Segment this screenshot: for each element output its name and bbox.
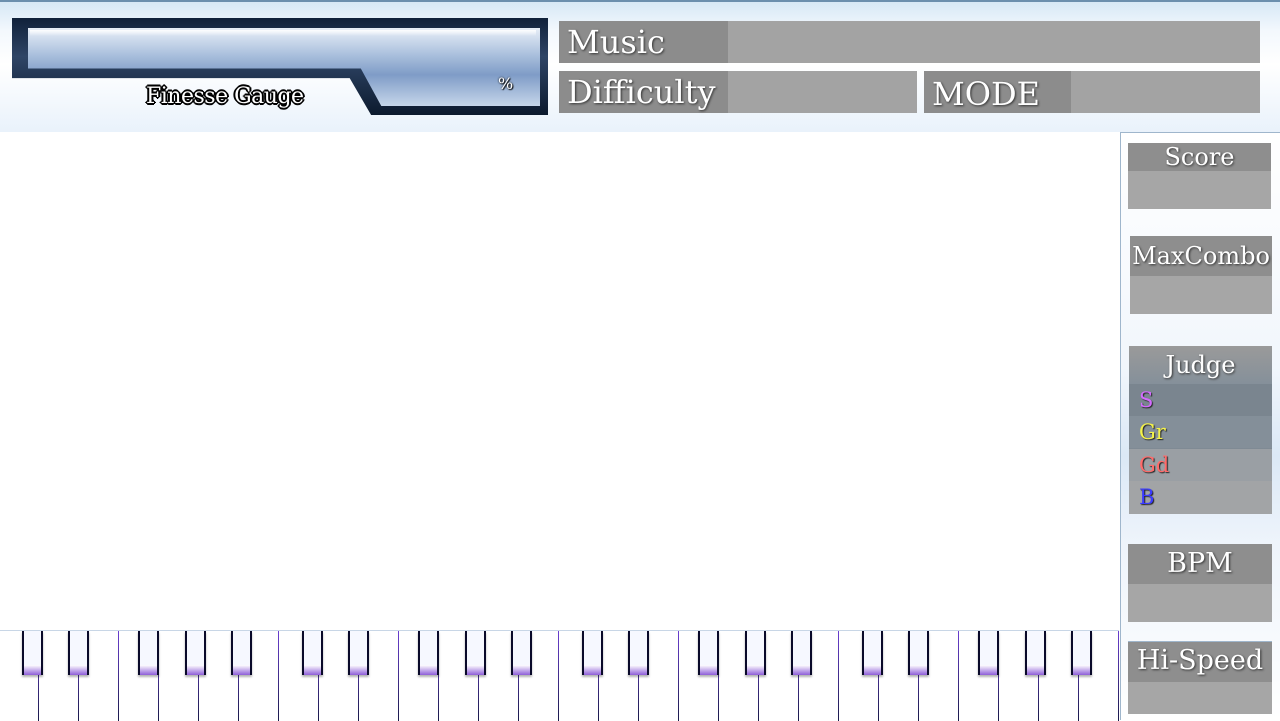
black-key	[1071, 631, 1092, 675]
judge-row-s: S	[1129, 384, 1272, 416]
judge-b-label: B	[1139, 485, 1155, 509]
difficulty-box: Difficulty	[559, 71, 917, 113]
black-key	[511, 631, 532, 675]
bpm-label: BPM	[1128, 544, 1272, 584]
white-key-divider	[278, 631, 279, 721]
judge-label: Judge	[1129, 346, 1272, 384]
black-key	[348, 631, 369, 675]
black-key	[1025, 631, 1046, 675]
score-label: Score	[1128, 143, 1271, 171]
difficulty-label: Difficulty	[559, 71, 728, 113]
judge-box: Judge S Gr Gd B	[1129, 346, 1272, 514]
judge-s-label: S	[1139, 388, 1154, 412]
black-key	[22, 631, 43, 675]
piano-keyboard	[0, 630, 1119, 721]
white-key-divider	[838, 631, 839, 721]
black-key	[698, 631, 719, 675]
black-key	[465, 631, 486, 675]
black-key	[231, 631, 252, 675]
black-key	[745, 631, 766, 675]
mode-box: MODE	[924, 71, 1260, 113]
black-key	[862, 631, 883, 675]
black-key	[791, 631, 812, 675]
judge-gr-label: Gr	[1139, 420, 1166, 444]
black-key	[185, 631, 206, 675]
white-key-divider	[118, 631, 119, 721]
mode-label: MODE	[924, 71, 1071, 113]
white-key-divider	[678, 631, 679, 721]
judge-gd-label: Gd	[1139, 453, 1170, 477]
finesse-gauge-label: Finesse Gauge	[146, 84, 304, 109]
black-key	[628, 631, 649, 675]
music-label: Music	[559, 21, 728, 63]
black-key	[582, 631, 603, 675]
score-box: Score	[1128, 143, 1271, 209]
note-lane-area	[0, 132, 1119, 630]
judge-row-gd: Gd	[1129, 449, 1272, 481]
bpm-box: BPM	[1128, 544, 1272, 622]
white-key-divider	[958, 631, 959, 721]
hispeed-label: Hi-Speed	[1128, 642, 1272, 682]
white-key-divider	[1118, 631, 1119, 721]
black-key	[68, 631, 89, 675]
finesse-gauge-shine	[30, 30, 536, 36]
black-key	[908, 631, 929, 675]
black-key	[978, 631, 999, 675]
music-box: Music	[559, 21, 1260, 63]
black-key	[418, 631, 439, 675]
judge-row-gr: Gr	[1129, 416, 1272, 448]
maxcombo-box: MaxCombo	[1130, 236, 1272, 314]
white-key-divider	[558, 631, 559, 721]
black-key	[138, 631, 159, 675]
maxcombo-label: MaxCombo	[1130, 236, 1272, 276]
stats-panel: Score MaxCombo Judge S Gr Gd B BPM Hi-Sp…	[1120, 132, 1280, 720]
judge-row-b: B	[1129, 481, 1272, 514]
black-key	[302, 631, 323, 675]
top-bar: Finesse Gauge % Music Difficulty MODE	[0, 0, 1280, 132]
white-key-divider	[398, 631, 399, 721]
finesse-gauge-percent: %	[498, 74, 514, 93]
hispeed-box: Hi-Speed	[1128, 641, 1272, 714]
